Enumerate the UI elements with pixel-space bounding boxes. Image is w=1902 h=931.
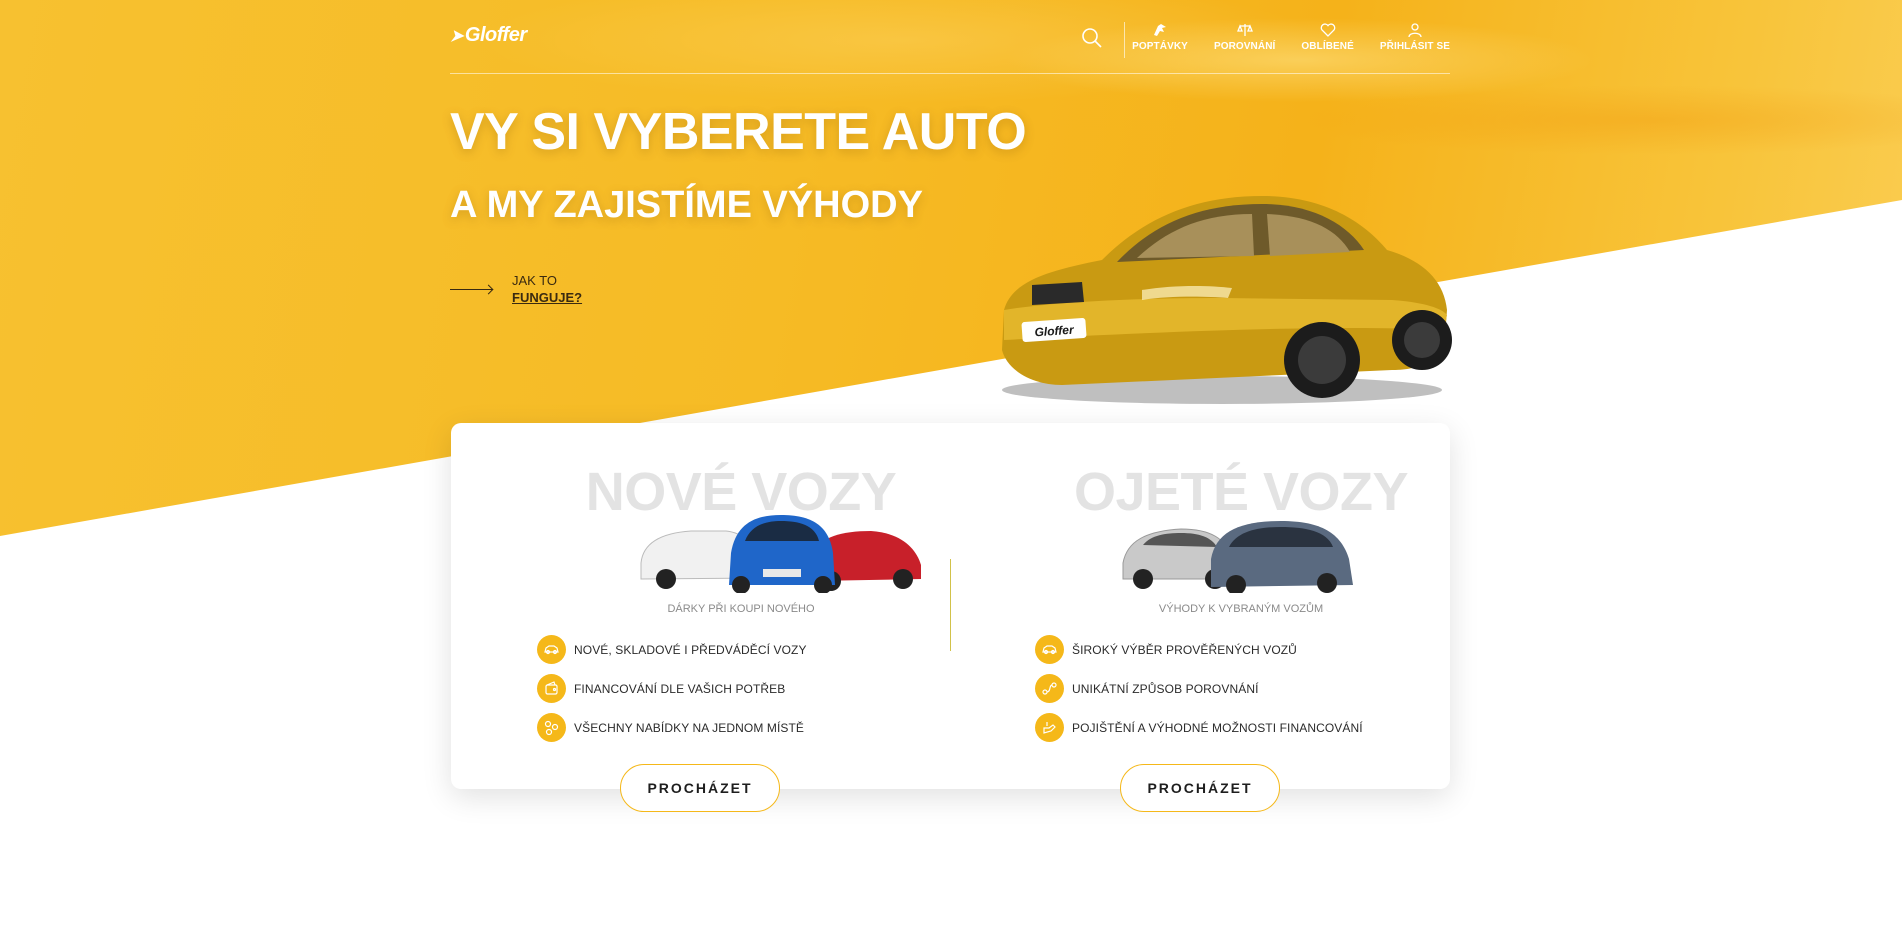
arrow-right-icon (450, 288, 492, 290)
nav-label-favorites: OBLÍBENÉ (1301, 41, 1354, 52)
heart-icon (1320, 23, 1335, 37)
car-icon (1035, 635, 1064, 664)
nav-item-requests[interactable]: POPTÁVKY (1132, 22, 1188, 52)
feature-item: NOVÉ, SKLADOVÉ I PŘEDVÁDĚCÍ VOZY (537, 635, 807, 664)
logo-text: Gloffer (464, 24, 527, 46)
how-it-works-line1: JAK TO (512, 273, 558, 288)
offers-icon (537, 713, 566, 742)
how-it-works-line2: FUNGUJE? (512, 290, 583, 305)
search-button[interactable] (1080, 26, 1104, 50)
nav-divider (1124, 22, 1125, 58)
feature-text: NOVÉ, SKLADOVÉ I PŘEDVÁDĚCÍ VOZY (574, 642, 807, 657)
feature-text: ŠIROKÝ VÝBĚR PROVĚŘENÝCH VOZŮ (1072, 642, 1297, 657)
request-icon (1154, 24, 1167, 36)
search-icon (1082, 28, 1102, 48)
feature-text: FINANCOVÁNÍ DLE VAŠICH POTŘEB (574, 681, 786, 696)
feature-text: VŠECHNY NABÍDKY NA JEDNOM MÍSTĚ (574, 720, 805, 735)
nav-label-login: PŘIHLÁSIT SE (1379, 41, 1450, 52)
used-cars-subtitle: VÝHODY K VYBRANÝM VOZŮM (1158, 603, 1324, 615)
feature-item: ŠIROKÝ VÝBĚR PROVĚŘENÝCH VOZŮ (1035, 635, 1363, 664)
browse-used-cars-button[interactable]: PROCHÁZET (1120, 764, 1280, 812)
feature-text: POJIŠTĚNÍ A VÝHODNÉ MOŽNOSTI FINANCOVÁNÍ (1072, 720, 1363, 735)
new-cars-features: NOVÉ, SKLADOVÉ I PŘEDVÁDĚCÍ VOZY FINANCO… (537, 635, 807, 742)
browse-new-cars-button[interactable]: PROCHÁZET (620, 764, 780, 812)
site-header: ➤ Gloffer POPTÁVKY POROVNÁNÍ OBLÍBENÉ PŘ… (450, 0, 1450, 74)
how-it-works-text: JAK TO FUNGUJE? (512, 272, 582, 306)
feature-item: POJIŠTĚNÍ A VÝHODNÉ MOŽNOSTI FINANCOVÁNÍ (1035, 713, 1363, 742)
feature-text: UNIKÁTNÍ ZPŮSOB POROVNÁNÍ (1072, 681, 1259, 696)
main-nav: POPTÁVKY POROVNÁNÍ OBLÍBENÉ PŘIHLÁSIT SE (1132, 22, 1450, 52)
column-divider (950, 559, 951, 651)
nav-item-favorites[interactable]: OBLÍBENÉ (1301, 22, 1354, 52)
nav-item-login[interactable]: PŘIHLÁSIT SE (1380, 22, 1450, 52)
new-cars-image (640, 515, 921, 593)
nav-label-compare: POROVNÁNÍ (1213, 41, 1276, 52)
feature-item: UNIKÁTNÍ ZPŮSOB POROVNÁNÍ (1035, 674, 1363, 703)
compare-route-icon (1035, 674, 1064, 703)
insurance-icon (1035, 713, 1064, 742)
feature-item: VŠECHNY NABÍDKY NA JEDNOM MÍSTĚ (537, 713, 807, 742)
used-cars-image (1122, 521, 1353, 593)
how-it-works-link[interactable]: JAK TO FUNGUJE? (450, 272, 582, 306)
car-icon (537, 635, 566, 664)
used-cars-column: OJETÉ VOZY VÝHODY K VYBRANÝM VOZŮM ŠIROK… (1031, 423, 1451, 789)
hero-car-image: Gloffer (1002, 196, 1452, 404)
wallet-icon (537, 674, 566, 703)
used-cars-features: ŠIROKÝ VÝBĚR PROVĚŘENÝCH VOZŮ UNIKÁTNÍ Z… (1035, 635, 1363, 742)
logo-bird-icon: ➤ (450, 27, 463, 45)
hero-headline: VY SI VYBERETE AUTO (450, 103, 1027, 161)
user-icon (1408, 23, 1422, 38)
offers-panel: NOVÉ VOZY DÁRKY PŘI KOUPI NOVÉHO NOVÉ, S… (451, 423, 1450, 789)
compare-icon (1236, 24, 1253, 36)
nav-item-compare[interactable]: POROVNÁNÍ (1214, 22, 1275, 52)
license-plate-text: Gloffer (1034, 323, 1075, 340)
new-cars-subtitle: DÁRKY PŘI KOUPI NOVÉHO (667, 603, 815, 615)
site-logo[interactable]: ➤ Gloffer (450, 24, 527, 47)
hero-subheadline: A MY ZAJISTÍME VÝHODY (450, 184, 923, 226)
feature-item: FINANCOVÁNÍ DLE VAŠICH POTŘEB (537, 674, 807, 703)
new-cars-column: NOVÉ VOZY DÁRKY PŘI KOUPI NOVÉHO NOVÉ, S… (531, 423, 951, 789)
nav-label-requests: POPTÁVKY (1132, 41, 1188, 52)
